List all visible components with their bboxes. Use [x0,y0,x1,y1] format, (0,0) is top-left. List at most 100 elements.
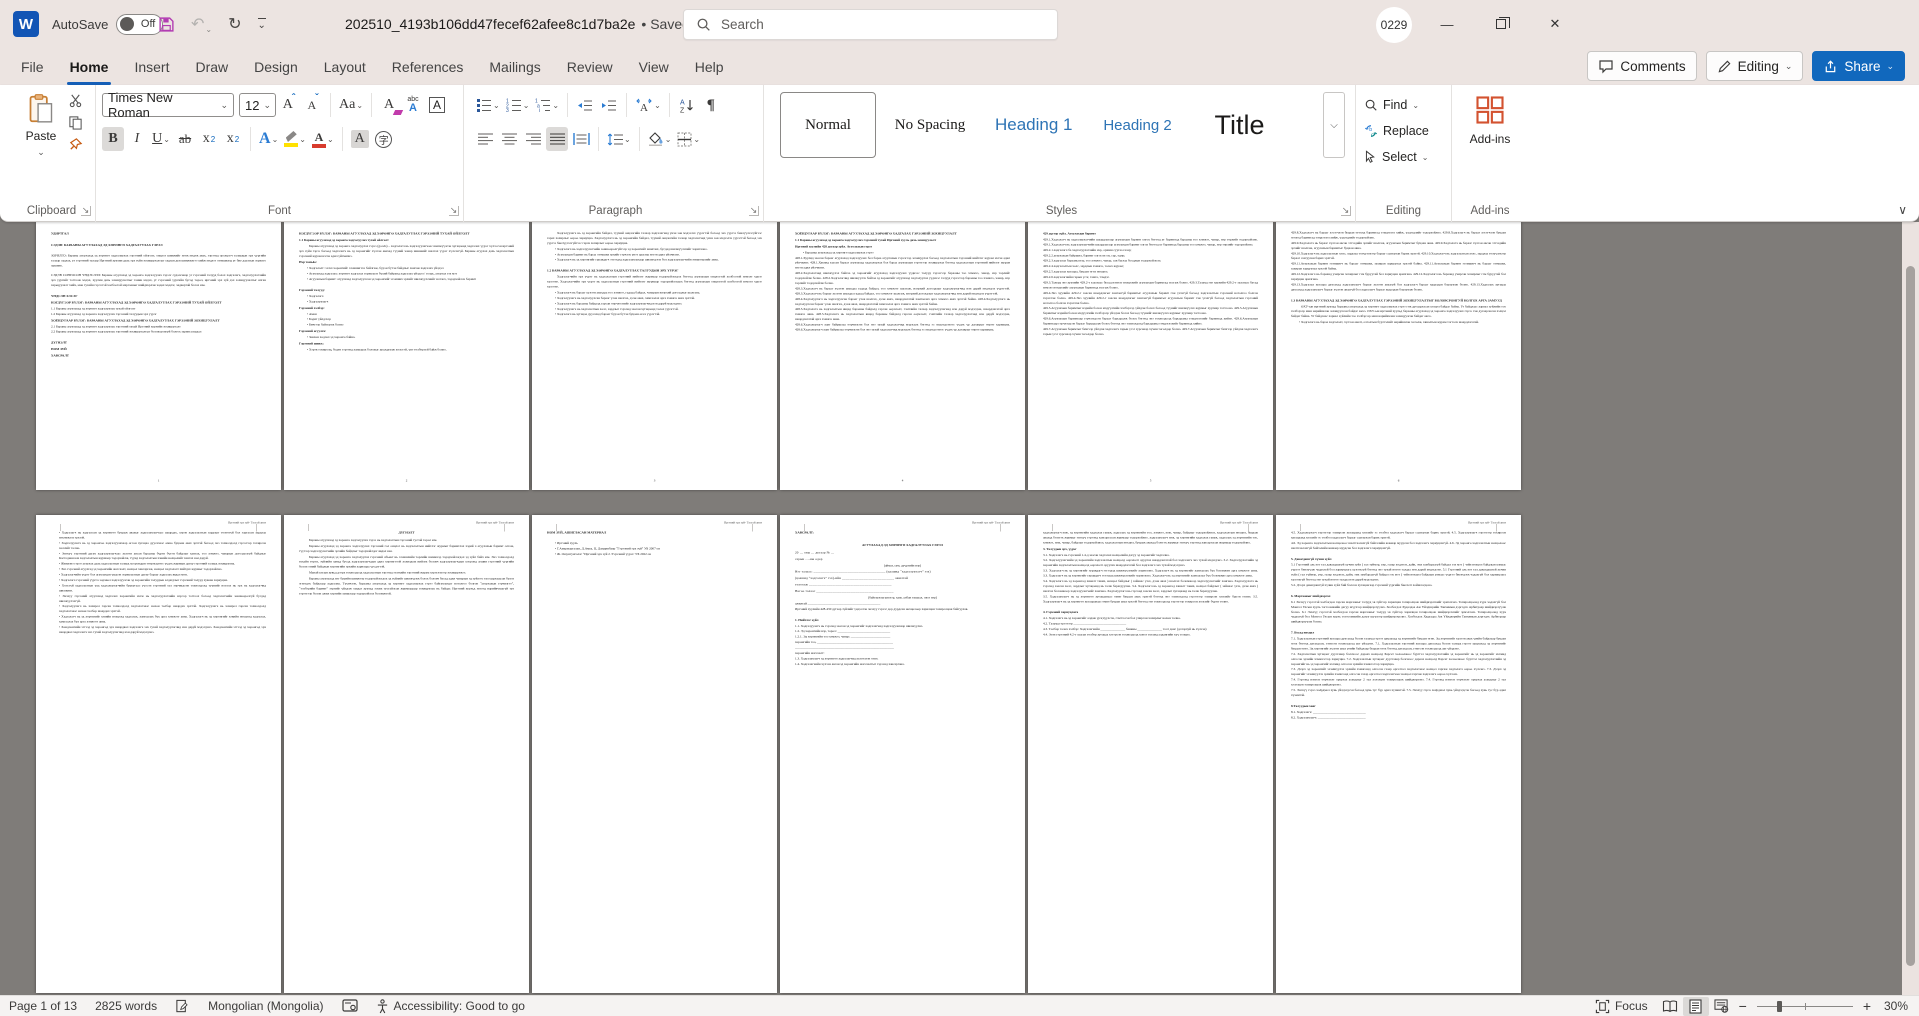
justify-button[interactable] [546,127,568,151]
cut-button[interactable] [68,93,83,108]
read-mode-button[interactable] [1657,997,1683,1016]
accessibility-status[interactable]: Accessibility: Good to go [367,996,534,1016]
redo-button[interactable]: ↻ [228,14,241,34]
italic-button[interactable]: I [126,127,148,151]
line-spacing-button[interactable]: ⌄ [605,127,633,151]
comments-button[interactable]: Comments [1587,51,1696,81]
document-canvas[interactable]: УДИРТГАЛСЭДЭВ: БАРААНЫ АГУУЛАХАД ЭД ХӨРӨ… [0,222,1902,995]
numbering-button[interactable]: 123⌄ [504,93,532,117]
web-layout-button[interactable] [1709,997,1735,1016]
tab-design[interactable]: Design [241,48,311,85]
borders-button[interactable]: ⌄ [675,127,702,151]
clipboard-dialog-launcher[interactable]: ↘ [81,206,91,216]
enclose-characters-button[interactable]: 字 [373,127,395,151]
decrease-indent-button[interactable] [574,93,596,117]
shading-button[interactable]: ⌄ [646,127,674,151]
proofing-status[interactable] [166,996,199,1016]
underline-button[interactable]: U⌄ [150,127,172,151]
collapse-ribbon-button[interactable]: ∨ [1898,203,1907,217]
replace-button[interactable]: bc Replace [1356,119,1451,143]
font-dialog-launcher[interactable]: ↘ [449,206,459,216]
tab-review[interactable]: Review [554,48,626,85]
style-h1[interactable]: Heading 1 [984,92,1084,158]
customize-qat-button[interactable]: ⌄ [258,18,266,31]
align-left-button[interactable] [474,127,496,151]
change-case-button[interactable]: Aa⌄ [337,93,365,117]
addins-button[interactable]: Add-ins [1452,95,1528,146]
tab-file[interactable]: File [8,48,57,85]
strikethrough-button[interactable]: ab [174,127,196,151]
align-center-button[interactable] [498,127,520,151]
account-badge[interactable]: 0229 [1376,7,1412,43]
tab-mailings[interactable]: Mailings [476,48,553,85]
styles-more-button[interactable]: ⌵ [1323,92,1345,158]
save-button[interactable] [158,16,175,33]
zoom-slider[interactable] [1757,997,1853,1016]
format-painter-button[interactable] [68,137,83,152]
styles-dialog-launcher[interactable]: ↘ [1341,206,1351,216]
asian-layout-button[interactable]: A⌄ [633,93,663,117]
editing-mode-button[interactable]: Editing ⌄ [1706,51,1804,81]
document-page[interactable]: Иргэний эрх зүй- Тусгай анги4.5. Хадгалу… [1276,515,1521,993]
document-page[interactable]: Хадгалуулагч нь эд хөрөнгийн байдал, түү… [532,222,777,490]
font-color-button[interactable]: A⌄ [310,127,336,151]
document-page[interactable]: 429 дүгээр зүйл. Агуулахын баримт429.1.Х… [1028,222,1273,490]
shrink-font-button[interactable]: Aˇ [302,93,324,117]
document-page[interactable]: Иргэний эрх зүй- Тусгай ангиДҮГНЭЛТБаран… [284,515,529,993]
tab-home[interactable]: Home [57,48,122,85]
copy-button[interactable] [68,115,83,130]
zoom-percentage[interactable]: 30% [1875,996,1911,1016]
page-number-status[interactable]: Page 1 of 13 [0,996,86,1016]
font-size-select[interactable]: 12⌄ [239,93,276,117]
style-nospacing[interactable]: No Spacing [882,92,978,158]
text-effects-button[interactable]: A⌄ [257,127,280,151]
autosave-toggle[interactable]: Off [116,14,163,35]
tab-help[interactable]: Help [682,48,737,85]
vertical-scrollbar-thumb[interactable] [1906,266,1915,966]
phonetic-guide-button[interactable]: abcA [402,93,424,117]
search-input[interactable]: Search [683,9,1058,40]
document-page[interactable]: УДИРТГАЛСЭДЭВ: БАРААНЫ АГУУЛАХАД ЭД ХӨРӨ… [36,222,281,490]
minimize-button[interactable]: — [1424,0,1470,48]
paste-button[interactable]: Paste ⌄ [16,93,66,185]
font-name-select[interactable]: Times New Roman⌄ [102,93,234,117]
align-right-button[interactable] [522,127,544,151]
restore-button[interactable] [1478,0,1524,48]
clear-formatting-button[interactable]: A [378,93,400,117]
select-button[interactable]: Select ⌄ [1356,145,1451,169]
autosave-control[interactable]: AutoSave Off [52,0,163,48]
style-h2[interactable]: Heading 2 [1090,92,1186,158]
document-page[interactable]: Иргэний эрх зүй- Тусгай ангиНОМ ЗҮЙ, АШИ… [532,515,777,993]
share-button[interactable]: Share ⌄ [1812,51,1905,81]
tab-draw[interactable]: Draw [182,48,241,85]
word-count-status[interactable]: 2825 words [86,996,166,1016]
undo-button[interactable]: ↶⌄ [191,14,212,34]
superscript-button[interactable]: x2 [222,127,244,151]
paragraph-dialog-launcher[interactable]: ↘ [749,206,759,216]
tab-insert[interactable]: Insert [121,48,182,85]
zoom-in-button[interactable]: + [1859,998,1875,1014]
bold-button[interactable]: B [102,127,124,151]
zoom-slider-thumb[interactable] [1777,1001,1782,1012]
multilevel-list-button[interactable]: 1ai⌄ [533,93,561,117]
increase-indent-button[interactable] [598,93,620,117]
document-title[interactable]: 202510_4193b106dd47fecef62afee8c1d7ba2e … [345,0,706,48]
document-page[interactable]: Иргэний эрх зүй- Тусгай ангихадгалуулагч… [1028,515,1273,993]
subscript-button[interactable]: x2 [198,127,220,151]
focus-mode-button[interactable]: Focus [1586,996,1657,1016]
distribute-text-button[interactable] [570,127,592,151]
style-normal[interactable]: Normal [780,92,876,158]
character-border-button[interactable]: A [426,93,448,117]
document-page[interactable]: 429.8.Хадгалагч нь барааг хэсэгчлэн буца… [1276,222,1521,490]
close-button[interactable]: ✕ [1532,0,1578,48]
document-page[interactable]: Иргэний эрх зүй- Тусгай ангиХАВСРАЛТ:АГУ… [780,515,1025,993]
tab-references[interactable]: References [379,48,477,85]
word-logo[interactable]: W [13,11,39,37]
text-predictions-status[interactable] [333,996,367,1016]
print-layout-button[interactable] [1683,997,1709,1016]
document-page[interactable]: Иргэний эрх зүй- Тусгай анги• Хадгалагч … [36,515,281,993]
sort-button[interactable]: AZ [676,93,698,117]
vertical-scrollbar[interactable] [1902,222,1919,995]
document-page[interactable]: НЭГДҮГЭЭР БҮЛЭГ: БАРААНЫ АГУУЛАХАД ЭД ХӨ… [284,222,529,490]
zoom-out-button[interactable]: − [1735,998,1751,1014]
